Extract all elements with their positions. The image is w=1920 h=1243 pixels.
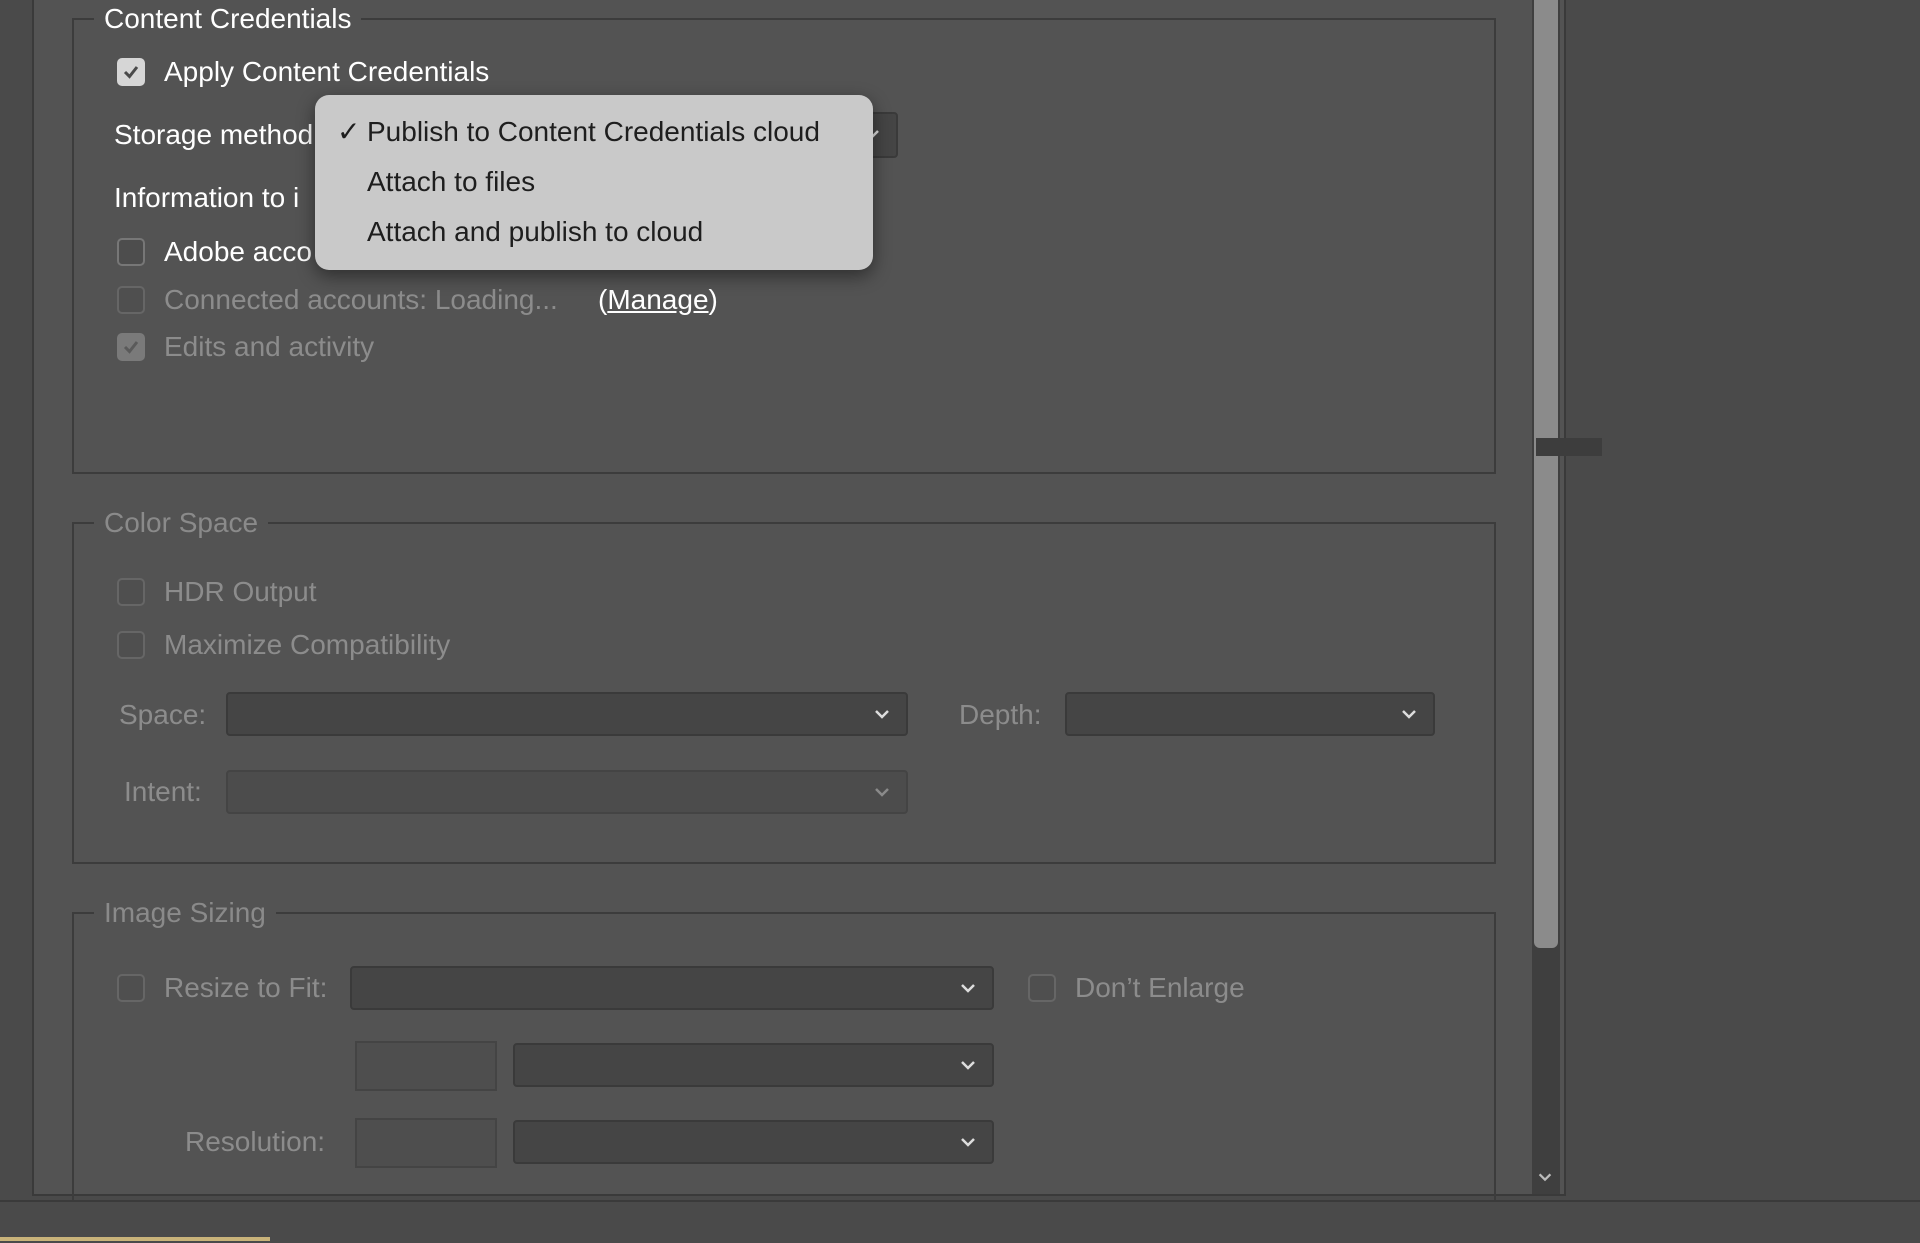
selected-check-icon: ✓	[337, 116, 361, 147]
adobe-account-checkbox[interactable]	[117, 238, 145, 266]
resolution-input[interactable]	[355, 1118, 497, 1168]
apply-content-credentials-label: Apply Content Credentials	[164, 56, 490, 87]
bottom-accent-strip	[0, 1237, 270, 1241]
storage-method-label: Storage method	[114, 119, 314, 150]
maximize-compatibility-checkbox[interactable]	[117, 631, 145, 659]
hdr-output-checkbox[interactable]	[117, 578, 145, 606]
manage-open-paren: (	[598, 284, 608, 315]
resize-to-fit-label: Resize to Fit:	[164, 972, 328, 1003]
chevron-down-icon	[1402, 710, 1416, 719]
scrollbar-thumb[interactable]	[1534, 0, 1558, 948]
checkmark-icon	[123, 66, 139, 79]
color-space-legend: Color Space	[94, 506, 269, 540]
checkmark-icon	[123, 341, 139, 354]
chevron-down-icon	[875, 710, 889, 719]
dont-enlarge-label: Don’t Enlarge	[1075, 972, 1245, 1003]
content-credentials-legend: Content Credentials	[94, 2, 362, 36]
dont-enlarge-checkbox[interactable]	[1028, 974, 1056, 1002]
resize-to-fit-select[interactable]	[350, 966, 994, 1010]
resolution-label: Resolution:	[185, 1126, 326, 1157]
space-label: Space:	[119, 699, 207, 730]
bottom-bar	[0, 1200, 1920, 1243]
chevron-down-icon	[875, 788, 889, 797]
information-to-include-label: Information to i	[114, 182, 300, 213]
image-sizing-legend: Image Sizing	[94, 896, 276, 930]
edits-activity-label: Edits and activity	[164, 331, 375, 362]
resolution-unit-select[interactable]	[513, 1120, 994, 1164]
maximize-compatibility-label: Maximize Compatibility	[164, 629, 451, 660]
chevron-down-icon	[961, 1061, 975, 1070]
chevron-down-icon	[961, 984, 975, 993]
manage-link-wrapper: (Manage)	[598, 283, 718, 317]
connected-accounts-checkbox[interactable]	[117, 286, 145, 314]
depth-label: Depth:	[959, 699, 1042, 730]
scroll-down-arrow-icon[interactable]	[1536, 1168, 1554, 1186]
storage-method-menu: ✓ Publish to Content Credentials cloud A…	[315, 95, 873, 270]
intent-label: Intent:	[124, 776, 202, 807]
apply-content-credentials-checkbox[interactable]	[117, 58, 145, 86]
depth-select[interactable]	[1065, 692, 1435, 736]
manage-close-paren: )	[708, 284, 718, 315]
space-select[interactable]	[226, 692, 908, 736]
connected-accounts-label: Connected accounts: Loading...	[164, 284, 558, 315]
chevron-down-icon	[961, 1138, 975, 1147]
adobe-account-label: Adobe acco	[164, 236, 312, 267]
menu-item-publish-cloud[interactable]: Publish to Content Credentials cloud	[367, 115, 820, 149]
intent-select[interactable]	[226, 770, 908, 814]
panel-resize-handle[interactable]	[1536, 438, 1602, 456]
edits-activity-checkbox[interactable]	[117, 333, 145, 361]
resize-to-fit-checkbox[interactable]	[117, 974, 145, 1002]
size-unit-select[interactable]	[513, 1043, 994, 1087]
hdr-output-label: HDR Output	[164, 576, 317, 607]
menu-item-attach-publish[interactable]: Attach and publish to cloud	[367, 215, 703, 249]
size-value-input[interactable]	[355, 1041, 497, 1091]
manage-link[interactable]: Manage	[607, 284, 708, 315]
menu-item-attach-files[interactable]: Attach to files	[367, 165, 535, 199]
